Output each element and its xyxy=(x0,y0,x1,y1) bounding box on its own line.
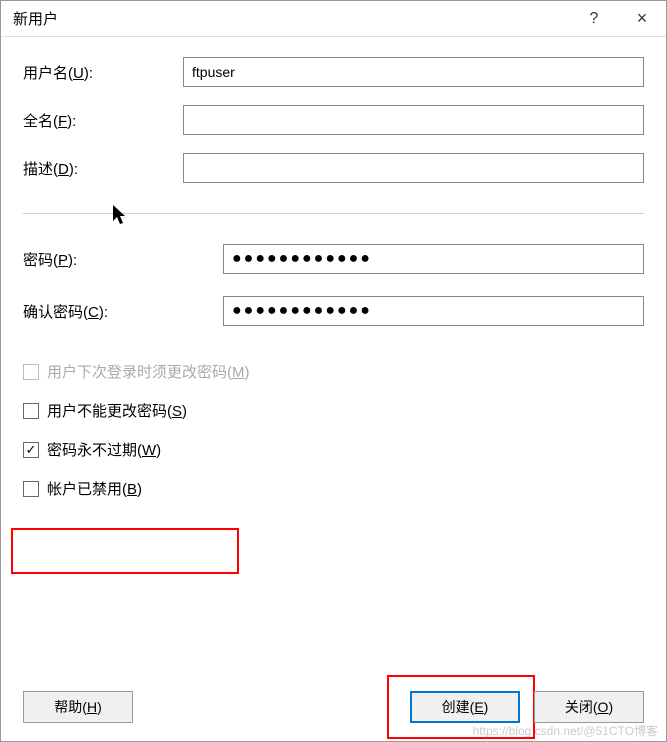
close-button[interactable]: 关闭(O) xyxy=(534,691,644,723)
username-input[interactable] xyxy=(183,57,644,87)
create-button[interactable]: 创建(E) xyxy=(410,691,520,723)
new-user-dialog: 新用户 ? × 用户名(U): 全名(F): 描述(D): xyxy=(0,0,667,742)
must-change-checkbox xyxy=(23,364,39,380)
must-change-label: 用户下次登录时须更改密码(M) xyxy=(47,361,250,382)
description-label: 描述(D): xyxy=(23,158,183,179)
cannot-change-checkbox[interactable] xyxy=(23,403,39,419)
divider xyxy=(23,213,644,214)
password-label: 密码(P): xyxy=(23,249,223,270)
description-row: 描述(D): xyxy=(23,153,644,183)
titlebar: 新用户 ? × xyxy=(1,1,666,37)
must-change-row: 用户下次登录时须更改密码(M) xyxy=(23,361,644,382)
cannot-change-row: 用户不能更改密码(S) xyxy=(23,400,644,421)
highlight-never-expires xyxy=(11,528,239,574)
password-input[interactable] xyxy=(223,244,644,274)
password-row: 密码(P): xyxy=(23,244,644,274)
cannot-change-label: 用户不能更改密码(S) xyxy=(47,400,187,421)
disabled-account-label: 帐户已禁用(B) xyxy=(47,478,142,499)
disabled-account-row: 帐户已禁用(B) xyxy=(23,478,644,499)
description-input[interactable] xyxy=(183,153,644,183)
never-expires-row: 密码永不过期(W) xyxy=(23,439,644,460)
help-button[interactable]: 帮助(H) xyxy=(23,691,133,723)
dialog-title: 新用户 xyxy=(13,8,58,29)
confirm-password-label: 确认密码(C): xyxy=(23,301,223,322)
checkbox-section: 用户下次登录时须更改密码(M) 用户不能更改密码(S) 密码永不过期(W) 帐户… xyxy=(23,361,644,499)
disabled-account-checkbox[interactable] xyxy=(23,481,39,497)
button-group-right: 创建(E) 关闭(O) xyxy=(410,691,644,723)
confirm-password-row: 确认密码(C): xyxy=(23,296,644,326)
cursor-icon xyxy=(113,205,129,225)
fullname-label: 全名(F): xyxy=(23,110,183,131)
help-icon[interactable]: ? xyxy=(570,1,618,36)
watermark: https://blog.csdn.net/@51CTO博客 xyxy=(473,722,658,739)
never-expires-label: 密码永不过期(W) xyxy=(47,439,161,460)
fullname-input[interactable] xyxy=(183,105,644,135)
fullname-row: 全名(F): xyxy=(23,105,644,135)
username-label: 用户名(U): xyxy=(23,62,183,83)
confirm-password-input[interactable] xyxy=(223,296,644,326)
username-row: 用户名(U): xyxy=(23,57,644,87)
button-row: 帮助(H) 创建(E) 关闭(O) xyxy=(23,691,644,723)
password-section: 密码(P): 确认密码(C): xyxy=(23,244,644,326)
never-expires-checkbox[interactable] xyxy=(23,442,39,458)
titlebar-controls: ? × xyxy=(570,1,666,36)
dialog-content: 用户名(U): 全名(F): 描述(D): 密码(P): xyxy=(1,37,666,741)
close-icon[interactable]: × xyxy=(618,1,666,36)
